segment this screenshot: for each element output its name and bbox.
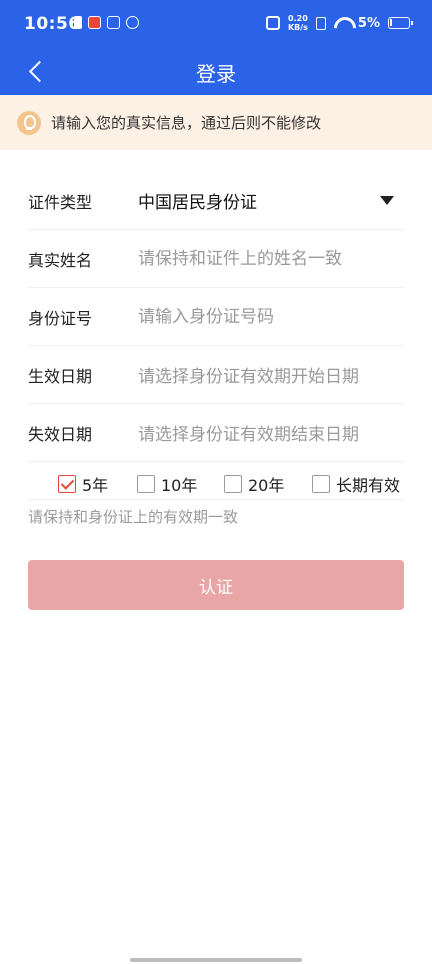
id-number-row: 身份证号 — [28, 288, 404, 346]
status-right: 0.20 KB/s 5% — [265, 14, 413, 32]
notice-text: 请输入您的真实信息，通过后则不能修改 — [51, 114, 322, 132]
dropdown-arrow-icon[interactable] — [380, 196, 394, 205]
end-date-picker[interactable]: 请选择身份证有效期结束日期 — [138, 420, 359, 445]
lightbulb-icon — [17, 110, 41, 135]
option-label: 10年 — [161, 476, 198, 495]
app-header: 登录 — [0, 50, 432, 95]
sim-icon — [315, 16, 326, 30]
network-speed-unit: KB/s — [287, 23, 308, 32]
id-type-select[interactable]: 中国居民身份证 — [138, 188, 257, 213]
vibrate-icon — [265, 16, 280, 30]
id-number-input[interactable] — [138, 306, 398, 327]
info-notice: 请输入您的真实信息，通过后则不能修改 — [0, 95, 432, 150]
sync-icon — [126, 16, 139, 29]
end-date-row[interactable]: 失效日期 请选择身份证有效期结束日期 — [28, 404, 404, 462]
checkbox-checked-icon[interactable] — [58, 475, 76, 493]
wifi-icon — [334, 17, 350, 29]
validity-options: 5年 10年 20年 长期有效 — [28, 462, 404, 500]
page-title: 登录 — [196, 62, 236, 86]
verify-button[interactable]: 认证 — [28, 560, 404, 610]
battery-saver-icon — [74, 16, 82, 29]
start-date-row[interactable]: 生效日期 请选择身份证有效期开始日期 — [28, 346, 404, 404]
network-speed-value: 0.20 — [288, 14, 308, 23]
top-bar: 10:56 0.20 KB/s 5% 登录 — [0, 0, 432, 95]
option-10-years[interactable]: 10年 — [137, 472, 197, 496]
checkbox-icon[interactable] — [137, 475, 155, 493]
option-label: 20年 — [248, 476, 285, 495]
app-notification-icon — [88, 16, 101, 29]
name-label: 真实姓名 — [28, 250, 93, 270]
validity-hint: 请保持和身份证上的有效期一致 — [28, 508, 239, 526]
network-speed: 0.20 KB/s — [288, 14, 308, 32]
end-date-label: 失效日期 — [28, 424, 93, 444]
option-20-years[interactable]: 20年 — [224, 472, 284, 496]
status-time: 10:56 — [24, 14, 81, 34]
option-permanent[interactable]: 长期有效 — [312, 472, 400, 496]
option-label: 5年 — [82, 476, 109, 495]
id-number-label: 身份证号 — [28, 308, 93, 328]
start-date-label: 生效日期 — [28, 366, 93, 386]
name-row: 真实姓名 — [28, 230, 404, 288]
checkbox-icon[interactable] — [312, 475, 330, 493]
battery-icon — [388, 17, 413, 29]
name-input[interactable] — [138, 248, 398, 269]
start-date-picker[interactable]: 请选择身份证有效期开始日期 — [138, 362, 359, 387]
identity-form: 证件类型 中国居民身份证 真实姓名 身份证号 生效日期 请选择身份证有效期开始日… — [28, 172, 404, 462]
option-5-years[interactable]: 5年 — [58, 472, 108, 496]
option-label: 长期有效 — [336, 476, 401, 495]
calendar-icon — [107, 16, 120, 29]
id-type-row[interactable]: 证件类型 中国居民身份证 — [28, 172, 404, 230]
id-type-label: 证件类型 — [28, 192, 93, 212]
checkbox-icon[interactable] — [224, 475, 242, 493]
battery-percent: 5% — [357, 15, 380, 31]
status-bar: 10:56 0.20 KB/s 5% — [0, 0, 432, 50]
home-indicator[interactable] — [130, 958, 302, 962]
notification-icons — [74, 16, 139, 29]
